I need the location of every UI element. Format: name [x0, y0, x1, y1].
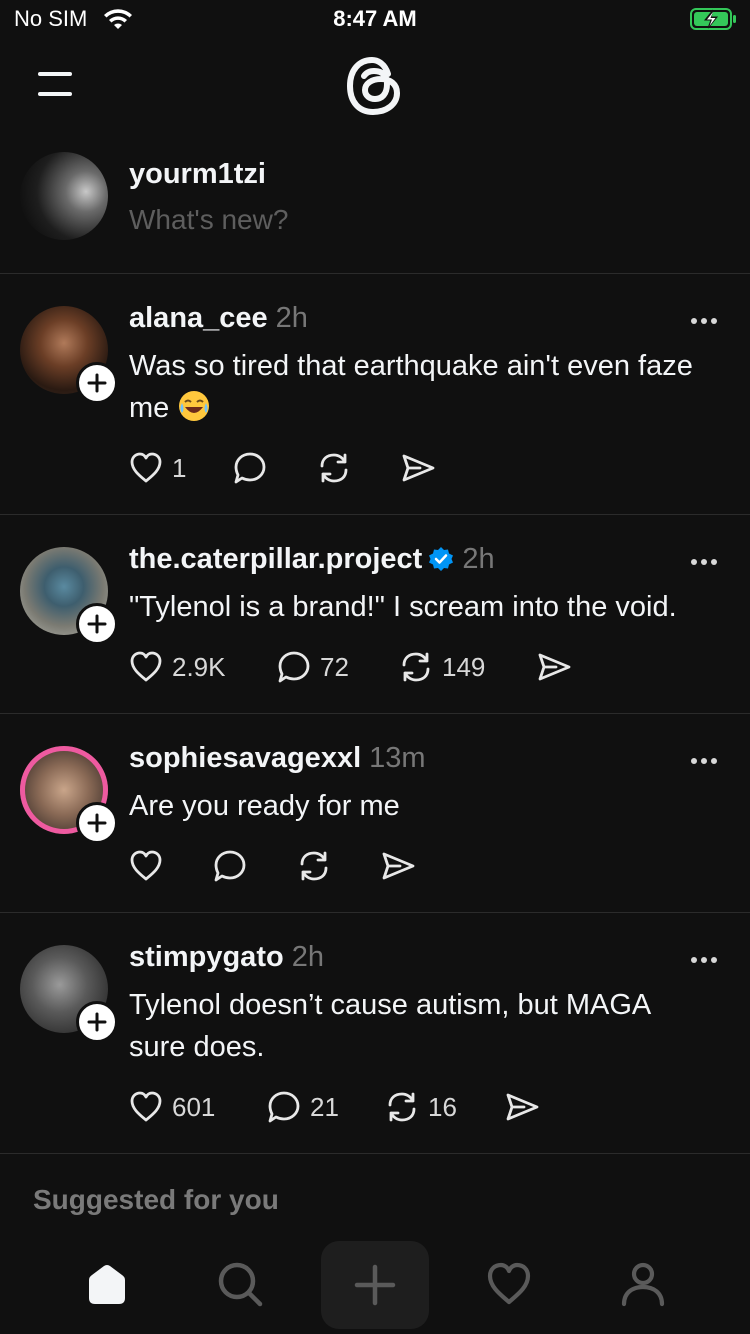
share-button[interactable]	[380, 848, 420, 888]
share-button[interactable]	[536, 649, 576, 689]
post-header: alana_cee 2h	[129, 302, 308, 335]
heart-icon	[130, 1091, 162, 1122]
send-icon	[402, 454, 435, 482]
like-button[interactable]: 1	[128, 450, 208, 490]
share-button[interactable]	[400, 450, 440, 490]
comment-icon	[278, 651, 310, 683]
reply-button[interactable]: 21	[266, 1089, 346, 1129]
post-header: stimpygato 2h	[129, 941, 324, 974]
send-icon	[506, 1093, 539, 1121]
laughing-crying-emoji-icon	[179, 391, 210, 421]
composer-placeholder[interactable]: What's new?	[129, 204, 288, 236]
search-icon	[218, 1262, 263, 1307]
profile-icon	[621, 1262, 665, 1307]
like-button[interactable]: 601	[128, 1089, 228, 1129]
send-icon	[538, 653, 571, 681]
home-icon	[89, 1265, 125, 1304]
username[interactable]: stimpygato	[129, 941, 284, 973]
heart-icon	[130, 452, 162, 483]
repost-count: 149	[442, 652, 486, 682]
reply-count: 72	[320, 652, 349, 682]
username[interactable]: alana_cee	[129, 302, 268, 334]
status-bar: No SIM 8:47 AM	[0, 0, 750, 40]
send-icon	[382, 852, 415, 880]
repost-button[interactable]	[296, 848, 336, 888]
thread-post[interactable]: the.caterpillar.project 2h "Tylenol is a …	[0, 515, 750, 713]
tab-activity[interactable]	[459, 1240, 559, 1328]
timestamp: 2h	[291, 941, 324, 973]
tab-profile[interactable]	[593, 1240, 693, 1328]
verified-badge-icon	[429, 547, 454, 571]
post-text-content: Was so tired that earthquake ain't even …	[129, 350, 693, 424]
heart-icon	[130, 651, 162, 682]
plus-icon	[87, 813, 107, 833]
comment-icon	[268, 1091, 300, 1123]
more-options-icon[interactable]	[690, 956, 718, 964]
plus-icon	[87, 1012, 107, 1032]
post-text: Are you ready for me	[129, 790, 400, 822]
repost-button[interactable]	[316, 450, 356, 490]
follow-button[interactable]	[76, 802, 118, 844]
reply-button[interactable]: 72	[276, 649, 366, 689]
more-options-icon[interactable]	[690, 317, 718, 325]
suggested-header: Suggested for you	[33, 1184, 279, 1215]
repost-icon	[388, 1092, 416, 1122]
tab-create[interactable]	[321, 1241, 429, 1329]
activity-heart-icon	[487, 1262, 531, 1305]
timestamp: 13m	[369, 742, 426, 774]
like-count: 2.9K	[172, 652, 226, 682]
comment-icon	[214, 850, 246, 882]
like-count: 1	[172, 453, 187, 483]
thread-post[interactable]: alana_cee 2h Was so tired that earthquake…	[0, 274, 750, 514]
repost-icon	[402, 652, 430, 682]
thread-post[interactable]: stimpygato 2h Tylenol doesn’t cause autis…	[0, 913, 750, 1153]
more-options-icon[interactable]	[690, 757, 718, 765]
create-icon	[354, 1264, 396, 1306]
follow-button[interactable]	[76, 362, 118, 404]
like-button[interactable]: 2.9K	[128, 649, 248, 689]
tab-search[interactable]	[190, 1240, 290, 1328]
plus-icon	[87, 373, 107, 393]
like-count: 601	[172, 1092, 216, 1122]
post-header: the.caterpillar.project 2h	[129, 543, 495, 576]
timestamp: 2h	[462, 543, 495, 575]
share-button[interactable]	[504, 1089, 544, 1129]
follow-button[interactable]	[76, 603, 118, 645]
timestamp: 2h	[275, 302, 308, 334]
clock: 8:47 AM	[333, 6, 417, 31]
comment-icon	[234, 452, 266, 484]
menu-icon[interactable]	[36, 70, 76, 100]
username[interactable]: sophiesavagexxl	[129, 742, 361, 774]
follow-button[interactable]	[76, 1001, 118, 1043]
thread-post[interactable]: sophiesavagexxl 13m Are you ready for me	[0, 714, 750, 912]
tab-home[interactable]	[57, 1240, 157, 1328]
composer-username: yourm1tzi	[129, 158, 266, 190]
like-button[interactable]	[128, 848, 168, 888]
post-text: "Tylenol is a brand!" I scream into the …	[129, 591, 677, 623]
heart-icon	[130, 850, 162, 881]
more-options-icon[interactable]	[690, 558, 718, 566]
reply-count: 21	[310, 1092, 339, 1122]
avatar[interactable]	[20, 152, 108, 240]
reply-button[interactable]	[232, 450, 272, 490]
plus-icon	[87, 614, 107, 634]
repost-icon	[320, 453, 348, 483]
repost-icon	[300, 851, 328, 881]
divider	[0, 1153, 750, 1154]
new-thread-composer[interactable]: yourm1tzi What's new?	[0, 140, 750, 273]
post-text: Tylenol doesn’t cause autism, but MAGA s…	[129, 989, 650, 1063]
username[interactable]: the.caterpillar.project	[129, 543, 422, 575]
post-text: Was so tired that earthquake ain't even …	[129, 345, 719, 429]
repost-button[interactable]: 16	[384, 1089, 464, 1129]
battery-charging-icon	[690, 8, 736, 30]
repost-count: 16	[428, 1092, 457, 1122]
repost-button[interactable]: 149	[398, 649, 498, 689]
post-header: sophiesavagexxl 13m	[129, 742, 426, 775]
reply-button[interactable]	[212, 848, 252, 888]
threads-logo-icon[interactable]	[341, 52, 407, 118]
